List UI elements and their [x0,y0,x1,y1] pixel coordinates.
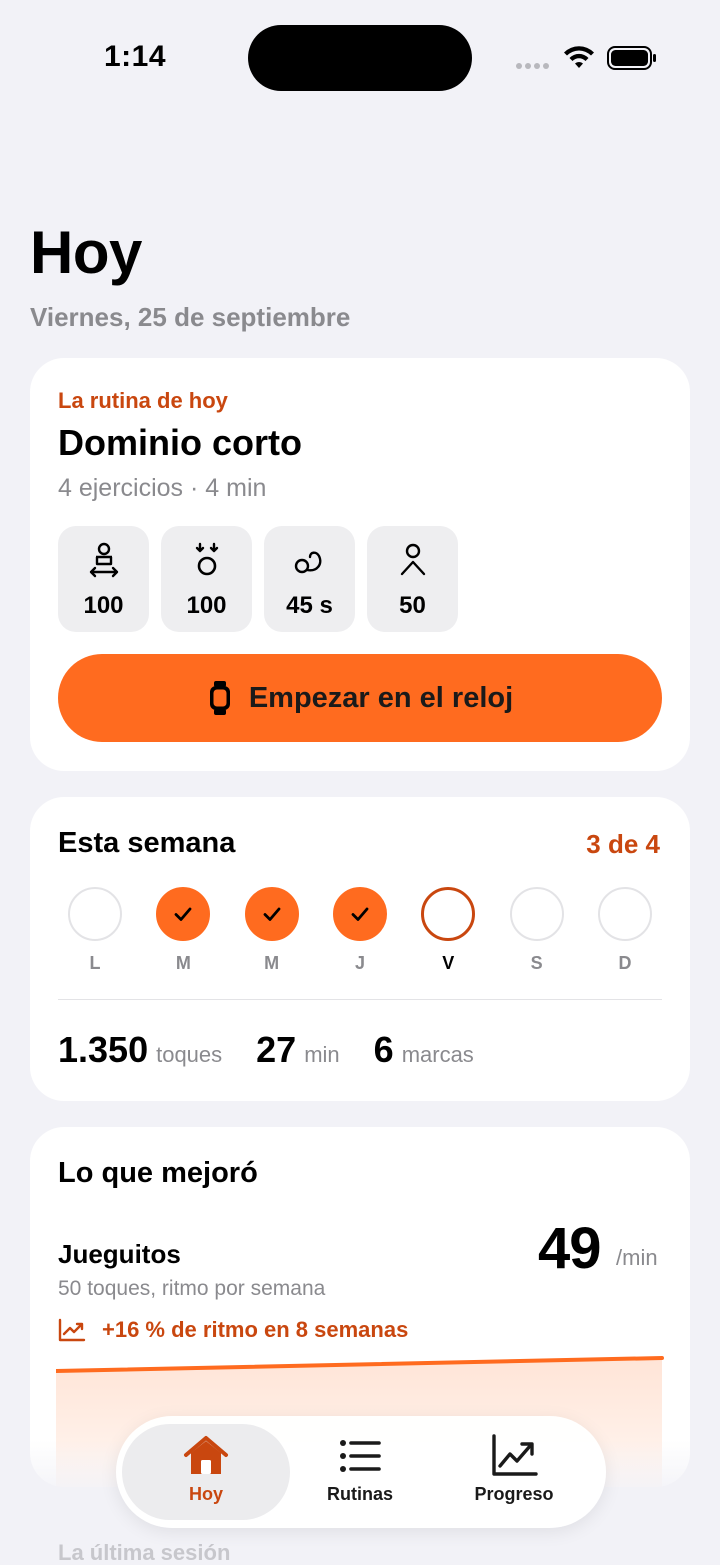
day-circle [244,887,299,941]
routine-card[interactable]: La rutina de hoy Dominio corto 4 ejercic… [30,358,690,771]
juggle-icon [89,542,118,578]
rate-value: 49 [538,1216,602,1281]
tab-label: Hoy [188,1484,223,1504]
exercise-value: 100 [83,592,124,619]
exercise-tile: 45 s [264,526,355,632]
day-circle [156,887,211,941]
tab-routines[interactable]: Rutinas [285,1434,435,1514]
tab-label: Progreso [474,1484,554,1504]
exercise-tile: 100 [161,526,252,632]
day-circle [597,887,652,941]
stat-unit: marcas [401,1042,474,1067]
page-title: Hoy [30,219,142,286]
stat-value: 6 [373,1029,394,1070]
house-icon [184,1436,228,1474]
stat-minutes: 27 min [256,1029,340,1071]
exercise-name: Jueguitos [58,1239,181,1269]
day-label: D [618,953,632,973]
stat-value: 1.350 [58,1029,149,1070]
exercise-value: 50 [399,592,426,619]
check-icon [263,907,281,921]
improved-title: Lo que mejoró [58,1157,258,1189]
day-item: S [509,887,564,974]
routine-meta: 4 ejercicios · 4 min [58,474,267,502]
stat-touches: 1.350 toques [58,1029,222,1071]
trend-up-icon [58,1318,86,1342]
start-on-watch-button[interactable]: Empezar en el reloj [58,654,662,742]
exercise-tile: 50 [367,526,458,632]
day-label: V [442,953,455,973]
stat-records: 6 marcas [374,1029,474,1071]
trend-label: +16 % de ritmo en 8 semanas [102,1317,409,1342]
signal-icon [516,63,549,69]
exercise-tiles: 100 100 45 s 50 [58,526,458,632]
day-label: S [530,953,543,973]
stat-value: 27 [256,1029,297,1070]
check-icon [174,907,192,921]
chart-up-icon [492,1434,538,1476]
watch-icon [209,681,230,715]
page-date: Viernes, 25 de septiembre [30,302,351,332]
check-icon [351,907,369,921]
next-section-title: La última sesión [58,1540,231,1565]
ball-drop-icon [195,542,218,576]
rate-unit: /min [616,1245,658,1270]
day-item: M [156,887,211,974]
day-circle [332,887,387,941]
week-count: 3 de 4 [586,829,660,859]
tab-today[interactable]: Hoy [131,1434,281,1514]
screen: 1:14 Hoy Viernes, 25 de septiembre La ru… [0,0,720,1565]
person-icon [400,543,425,576]
stat-unit: min [304,1042,340,1067]
divider [58,999,662,1000]
week-days: L M M J V S D [68,887,652,974]
battery-icon [607,46,656,70]
tab-label: Rutinas [326,1484,393,1504]
routine-name: Dominio corto [58,422,302,463]
exercise-value: 45 s [286,592,333,619]
ball-curve-icon [294,551,321,574]
tab-bar: Hoy Rutinas Progreso [116,1416,606,1528]
day-item: J [332,887,387,974]
routine-eyebrow: La rutina de hoy [58,388,228,413]
day-item: M [244,887,299,974]
day-item: D [597,887,652,974]
day-label: M [264,953,280,973]
exercise-tile: 100 [58,526,149,632]
dynamic-island [248,25,472,91]
day-label: L [89,953,101,973]
day-item: V [421,887,476,974]
day-label: J [354,953,365,973]
start-button-label: Empezar en el reloj [248,681,514,714]
week-card: Esta semana 3 de 4 L M M J V S D 1.350 t… [30,797,690,1101]
day-label: M [175,953,191,973]
exercise-desc: 50 toques, ritmo por semana [58,1277,326,1300]
day-circle [509,887,564,941]
week-title: Esta semana [58,827,236,859]
trend-row: +16 % de ritmo en 8 semanas [58,1317,408,1343]
stat-unit: toques [156,1042,223,1067]
wifi-icon [564,46,594,68]
week-stats: 1.350 toques 27 min 6 marcas [58,1029,474,1071]
day-item: L [68,887,122,974]
day-circle [68,887,122,941]
status-time: 1:14 [104,40,167,73]
exercise-value: 100 [186,592,227,619]
tab-progress[interactable]: Progreso [439,1434,589,1514]
list-icon [340,1440,381,1472]
day-circle-today [421,887,476,941]
